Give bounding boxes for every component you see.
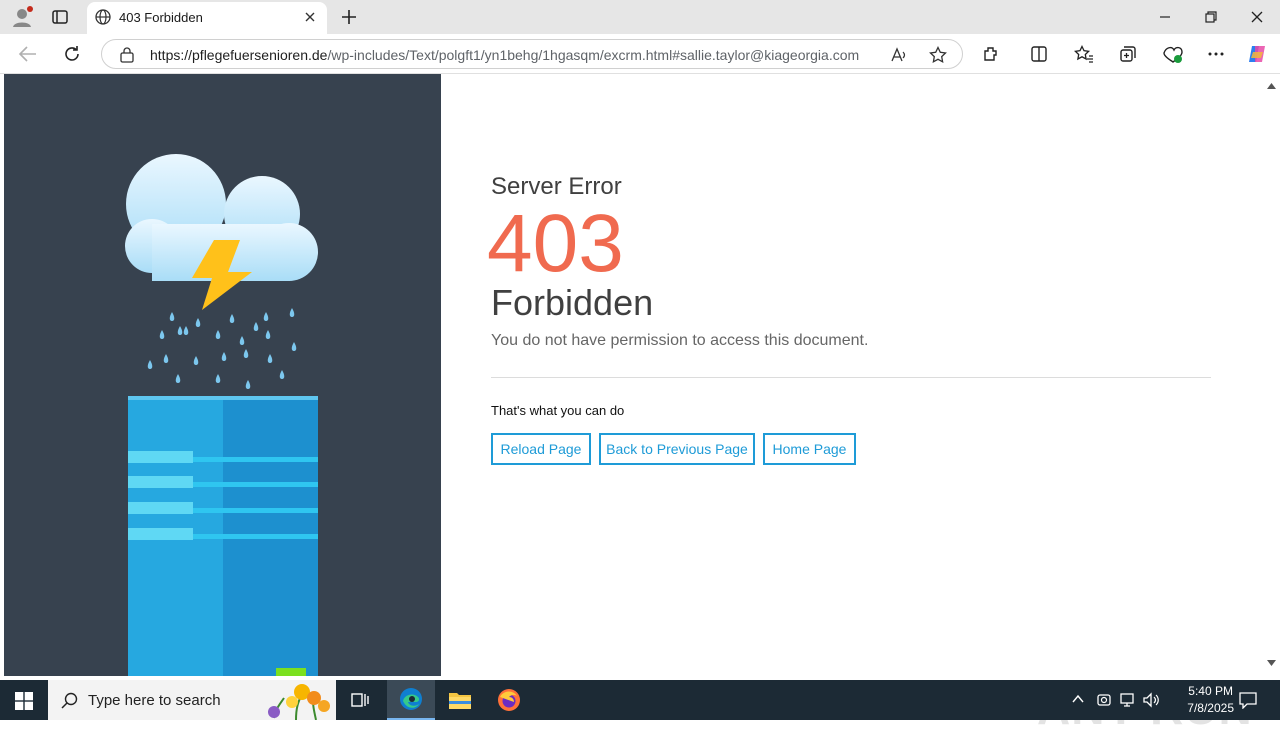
actions-heading: That's what you can do	[491, 403, 625, 418]
scroll-down-icon[interactable]	[1267, 660, 1276, 666]
error-description: You do not have permission to access thi…	[491, 332, 869, 349]
globe-icon	[95, 9, 111, 25]
system-clock[interactable]: 5:40 PM 7/8/2025	[1187, 683, 1234, 717]
tab-actions-icon[interactable]	[52, 9, 68, 25]
volume-icon[interactable]	[1142, 692, 1160, 708]
address-bar[interactable]: https://pflegefuersenioren.de/wp-include…	[101, 39, 963, 69]
close-window-icon[interactable]	[1250, 10, 1264, 24]
collections-icon[interactable]	[1119, 45, 1137, 63]
home-page-button[interactable]: Home Page	[763, 433, 856, 465]
tab-title: 403 Forbidden	[119, 10, 203, 25]
task-view-icon[interactable]	[351, 691, 369, 709]
windows-start-icon[interactable]	[15, 692, 33, 710]
edge-icon	[400, 688, 422, 710]
notifications-icon[interactable]	[1239, 691, 1257, 709]
show-hidden-icons-icon[interactable]	[1072, 694, 1084, 704]
browser-essentials-icon[interactable]	[1162, 44, 1184, 64]
search-placeholder: Type here to search	[88, 692, 221, 709]
page-viewport: Server Error 403 Forbidden You do not ha…	[0, 74, 1280, 734]
read-aloud-icon[interactable]	[890, 47, 908, 63]
refresh-icon[interactable]	[62, 44, 82, 64]
reload-page-button[interactable]: Reload Page	[491, 433, 591, 465]
copilot-icon[interactable]	[1246, 43, 1268, 65]
taskbar-search-box[interactable]: Type here to search	[48, 680, 336, 720]
favorite-star-icon[interactable]	[929, 46, 947, 64]
error-code: 403	[487, 198, 624, 289]
windows-taskbar: Type here to search 5:40 PM 7/8/2025	[0, 680, 1280, 720]
search-highlight-flowers-icon	[268, 684, 330, 720]
browser-titlebar: 403 Forbidden	[0, 0, 1280, 34]
restore-icon[interactable]	[1204, 10, 1218, 24]
error-name: Forbidden	[491, 282, 654, 323]
search-icon	[61, 692, 78, 709]
clock-date: 7/8/2025	[1187, 701, 1234, 715]
tab-active[interactable]: 403 Forbidden	[87, 2, 327, 34]
firefox-icon[interactable]	[497, 688, 521, 712]
meet-now-icon[interactable]	[1096, 692, 1112, 708]
close-tab-icon[interactable]	[302, 9, 318, 25]
taskbar-edge-active[interactable]	[387, 680, 435, 720]
divider	[491, 377, 1211, 378]
error-message-panel: Server Error 403 Forbidden You do not ha…	[487, 74, 1211, 676]
split-screen-icon[interactable]	[1030, 45, 1048, 63]
favorites-icon[interactable]	[1074, 45, 1094, 63]
browser-toolbar: https://pflegefuersenioren.de/wp-include…	[0, 34, 1280, 74]
scroll-up-icon[interactable]	[1267, 83, 1276, 89]
network-icon[interactable]	[1119, 692, 1135, 708]
back-icon[interactable]	[18, 45, 38, 63]
url-host: https://pflegefuersenioren.de	[150, 47, 328, 63]
more-menu-icon[interactable]	[1207, 51, 1225, 57]
profile-icon[interactable]	[10, 6, 34, 28]
site-info-icon[interactable]	[119, 47, 135, 63]
extensions-icon[interactable]	[982, 45, 1000, 63]
vertical-scrollbar[interactable]	[1263, 74, 1280, 676]
server-tower-icon	[128, 396, 318, 676]
new-tab-icon[interactable]	[340, 8, 358, 26]
illustration-panel	[4, 74, 441, 676]
file-explorer-icon[interactable]	[448, 689, 472, 711]
raindrops	[147, 308, 297, 389]
storm-server-illustration	[125, 154, 318, 676]
back-button[interactable]: Back to Previous Page	[599, 433, 755, 465]
clock-time: 5:40 PM	[1188, 684, 1233, 698]
url-path: /wp-includes/Text/polgft1/yn1behg/1hgasq…	[327, 47, 860, 63]
url-text[interactable]: https://pflegefuersenioren.de/wp-include…	[150, 47, 859, 63]
minimize-icon[interactable]	[1158, 10, 1172, 24]
